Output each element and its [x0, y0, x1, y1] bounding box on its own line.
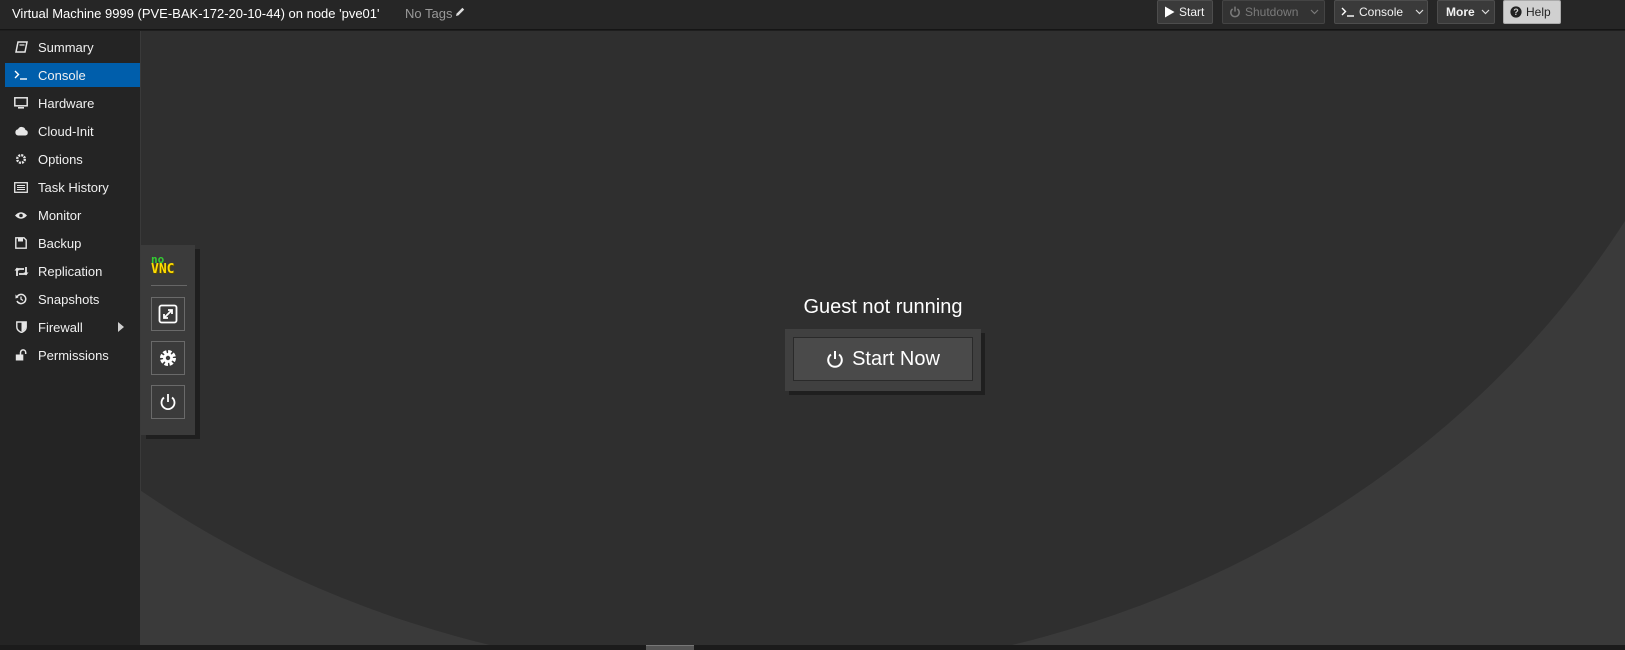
novnc-control-bar: no VNC — [141, 245, 195, 435]
sidebar-item-label: Firewall — [38, 319, 83, 335]
sidebar-item-summary[interactable]: Summary — [5, 35, 140, 59]
novnc-separator — [151, 285, 187, 286]
console-view[interactable]: Guest not running Start Now — [141, 31, 1625, 645]
fullscreen-button[interactable] — [151, 297, 185, 331]
console-button[interactable]: Console — [1334, 0, 1428, 24]
novnc-logo-vnc: VNC — [151, 262, 175, 277]
bottom-splitter — [0, 645, 1625, 650]
sidebar-item-backup[interactable]: Backup — [5, 231, 140, 255]
terminal-icon — [13, 70, 29, 80]
more-button[interactable]: More — [1437, 0, 1495, 24]
floppy-icon — [13, 237, 29, 249]
unlock-icon — [13, 349, 29, 361]
eye-icon — [13, 211, 29, 220]
power-button[interactable] — [151, 385, 185, 419]
sidebar-item-label: Permissions — [38, 347, 109, 363]
svg-text:?: ? — [1513, 7, 1519, 17]
sidebar-item-label: Snapshots — [38, 291, 100, 307]
sidebar-item-label: Replication — [38, 263, 103, 279]
pencil-icon[interactable] — [454, 6, 466, 21]
shutdown-button-label: Shutdown — [1245, 5, 1299, 19]
retweet-icon — [13, 266, 29, 277]
sidebar-item-label: Cloud-Init — [38, 123, 94, 139]
sidebar-item-snapshots[interactable]: Snapshots — [5, 287, 140, 311]
fullscreen-icon — [158, 304, 178, 324]
sidebar-item-hardware[interactable]: Hardware — [5, 91, 140, 115]
book-icon — [13, 41, 29, 53]
start-now-panel: Start Now — [785, 329, 981, 391]
settings-button[interactable] — [151, 341, 185, 375]
shutdown-button[interactable]: Shutdown — [1222, 0, 1325, 24]
sidebar-item-label: Summary — [38, 39, 94, 55]
gear-icon — [13, 153, 29, 165]
more-button-label: More — [1446, 5, 1475, 19]
expand-arrow-icon[interactable] — [118, 322, 124, 332]
start-now-button[interactable]: Start Now — [793, 337, 973, 381]
question-icon: ? — [1510, 6, 1522, 18]
sidebar-item-task-history[interactable]: Task History — [5, 175, 140, 199]
sidebar-item-label: Monitor — [38, 207, 82, 223]
header-bar: Virtual Machine 9999 (PVE-BAK-172-20-10-… — [0, 0, 1625, 30]
tags-label: No Tags — [405, 6, 453, 21]
novnc-logo: no VNC — [151, 254, 187, 281]
gear-icon — [158, 348, 178, 368]
chevron-down-icon — [1481, 9, 1496, 15]
sidebar: Summary Console Hardware Cloud-Init Opti… — [0, 31, 141, 645]
power-icon — [158, 392, 178, 412]
help-button-label: Help — [1526, 5, 1551, 19]
sidebar-item-label: Options — [38, 151, 83, 167]
chevron-down-icon[interactable] — [1304, 9, 1325, 15]
shield-icon — [13, 321, 29, 333]
sidebar-item-firewall[interactable]: Firewall — [5, 315, 140, 339]
sidebar-item-monitor[interactable]: Monitor — [5, 203, 140, 227]
play-icon — [1164, 6, 1175, 18]
sidebar-item-options[interactable]: Options — [5, 147, 140, 171]
terminal-icon — [1341, 7, 1355, 17]
sidebar-item-cloud-init[interactable]: Cloud-Init — [5, 119, 140, 143]
sidebar-item-permissions[interactable]: Permissions — [5, 343, 140, 367]
help-button[interactable]: ? Help — [1503, 0, 1561, 24]
collapse-handle[interactable] — [646, 645, 694, 650]
monitor-icon — [13, 97, 29, 109]
chevron-down-icon[interactable] — [1409, 9, 1430, 15]
power-icon — [1229, 6, 1241, 18]
sidebar-item-console[interactable]: Console — [5, 63, 140, 87]
sidebar-item-label: Task History — [38, 179, 109, 195]
tags-editor[interactable]: No Tags — [405, 6, 466, 21]
power-icon — [826, 350, 844, 369]
guest-status-text: Guest not running — [803, 296, 963, 318]
console-button-label: Console — [1359, 5, 1404, 19]
start-now-label: Start Now — [852, 347, 940, 370]
sidebar-item-label: Console — [38, 67, 86, 83]
start-button[interactable]: Start — [1157, 0, 1213, 24]
history-icon — [13, 293, 29, 305]
start-button-label: Start — [1179, 5, 1205, 19]
vm-title: Virtual Machine 9999 (PVE-BAK-172-20-10-… — [12, 6, 380, 21]
sidebar-item-label: Backup — [38, 235, 82, 251]
cloud-icon — [13, 126, 29, 136]
sidebar-item-label: Hardware — [38, 95, 95, 111]
list-icon — [13, 181, 29, 193]
sidebar-item-replication[interactable]: Replication — [5, 259, 140, 283]
